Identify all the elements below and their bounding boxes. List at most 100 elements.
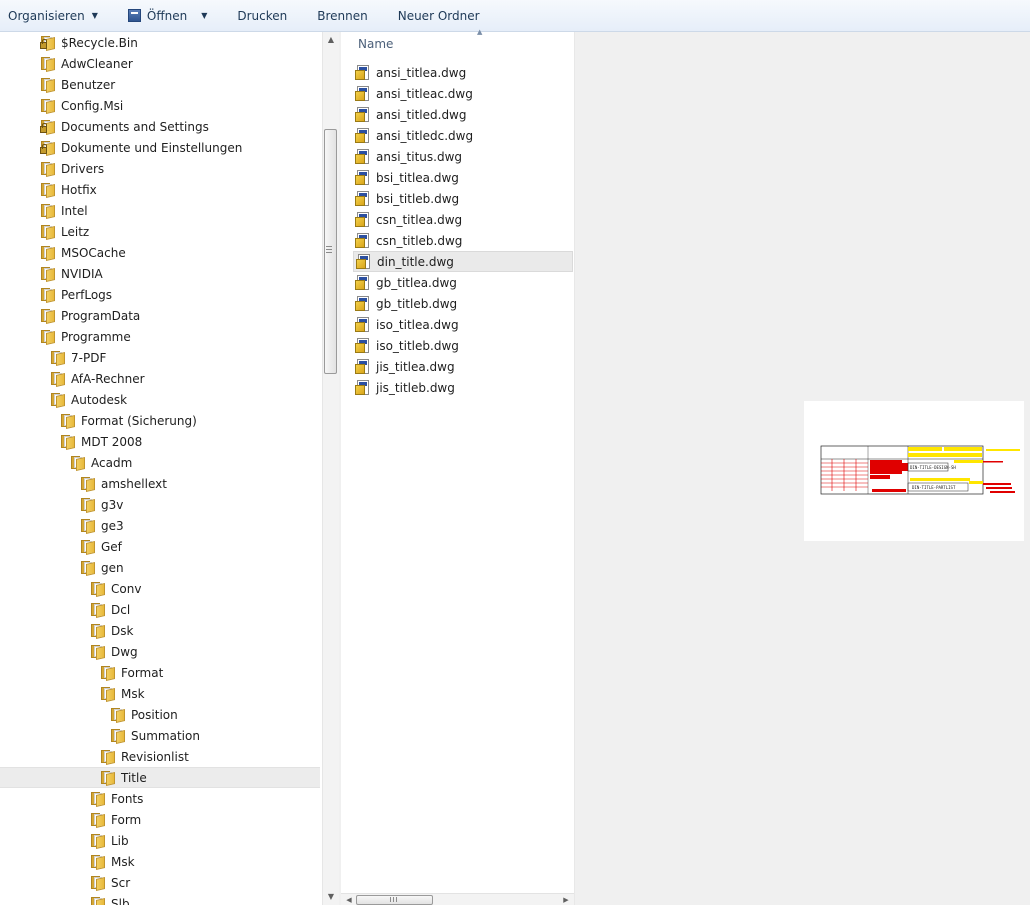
tree-item-label: Benutzer — [61, 77, 116, 92]
tree-item[interactable]: gen — [0, 557, 124, 578]
file-item[interactable]: bsi_titleb.dwg — [355, 188, 573, 209]
tree-item[interactable]: MDT 2008 — [0, 431, 142, 452]
new-folder-button[interactable]: Neuer Ordner — [390, 0, 488, 31]
tree-item[interactable]: Hotfix — [0, 179, 97, 200]
tree-item[interactable]: Drivers — [0, 158, 104, 179]
folder-icon — [40, 329, 56, 345]
folder-icon — [100, 686, 116, 702]
tree-item[interactable]: Summation — [0, 725, 200, 746]
file-item[interactable]: jis_titlea.dwg — [355, 356, 573, 377]
tree-item[interactable]: Dcl — [0, 599, 130, 620]
file-item[interactable]: ansi_titleac.dwg — [355, 83, 573, 104]
folder-icon — [100, 749, 116, 765]
tree-item[interactable]: Gef — [0, 536, 122, 557]
tree-item[interactable]: Leitz — [0, 221, 89, 242]
file-item-label: bsi_titleb.dwg — [376, 191, 460, 206]
tree-item[interactable]: Revisionlist — [0, 746, 189, 767]
file-item[interactable]: ansi_titled.dwg — [355, 104, 573, 125]
file-item[interactable]: iso_titlea.dwg — [355, 314, 573, 335]
tree-item[interactable]: Autodesk — [0, 389, 127, 410]
organize-button[interactable]: Organisieren ▼ — [0, 0, 106, 31]
tree-item[interactable]: $Recycle.Bin — [0, 32, 138, 53]
preview-pane: DIN-TITLE-DESIGN-SH DIN-TITLE-PARTLIST — [575, 32, 1030, 905]
file-item[interactable]: csn_titlea.dwg — [355, 209, 573, 230]
file-item[interactable]: ansi_titlea.dwg — [355, 62, 573, 83]
tree-item[interactable]: Format (Sicherung) — [0, 410, 197, 431]
tree-item[interactable]: Dsk — [0, 620, 133, 641]
tree-item[interactable]: Msk — [0, 683, 145, 704]
tree-item[interactable]: Programme — [0, 326, 131, 347]
scroll-grip-icon — [326, 246, 332, 255]
tree-item[interactable]: Msk — [0, 851, 135, 872]
scroll-up-arrow-icon[interactable]: ▲ — [323, 32, 339, 48]
tree-item[interactable]: Acadm — [0, 452, 132, 473]
scroll-left-arrow-icon[interactable]: ◀ — [343, 894, 355, 906]
tree-item[interactable]: NVIDIA — [0, 263, 103, 284]
tree-item[interactable]: Format — [0, 662, 163, 683]
tree-item[interactable]: Position — [0, 704, 178, 725]
column-header-name[interactable]: Name ▲ — [341, 28, 574, 58]
tree-item[interactable]: Conv — [0, 578, 141, 599]
folder-icon — [80, 539, 96, 555]
file-item[interactable]: iso_titleb.dwg — [355, 335, 573, 356]
file-item[interactable]: gb_titleb.dwg — [355, 293, 573, 314]
file-item-label: ansi_titlea.dwg — [376, 65, 467, 80]
tree-item[interactable]: 7-PDF — [0, 347, 106, 368]
file-item-label: jis_titleb.dwg — [376, 380, 455, 395]
folder-icon — [40, 56, 56, 72]
folder-icon — [90, 581, 106, 597]
tree-item[interactable]: Scr — [0, 872, 130, 893]
burn-button[interactable]: Brennen — [309, 0, 375, 31]
file-item[interactable]: bsi_titlea.dwg — [355, 167, 573, 188]
tree-item-label: $Recycle.Bin — [61, 35, 138, 50]
tree-item[interactable]: ge3 — [0, 515, 124, 536]
tree-item[interactable]: Intel — [0, 200, 88, 221]
file-list-horizontal-scrollbar[interactable]: ◀ ▶ — [341, 893, 574, 905]
folder-icon — [90, 791, 106, 807]
tree-item-label: ProgramData — [61, 308, 141, 323]
tree-item[interactable]: Title — [0, 767, 320, 788]
folder-icon — [60, 434, 76, 450]
tree-item[interactable]: g3v — [0, 494, 123, 515]
print-button[interactable]: Drucken — [229, 0, 295, 31]
scroll-down-arrow-icon[interactable]: ▼ — [323, 889, 339, 905]
file-item[interactable]: ansi_titledc.dwg — [355, 125, 573, 146]
chevron-down-icon: ▼ — [91, 11, 98, 20]
tree-item[interactable]: Form — [0, 809, 141, 830]
tree-item[interactable]: Dokumente und Einstellungen — [0, 137, 242, 158]
tree-item-label: AfA-Rechner — [71, 371, 145, 386]
tree-item[interactable]: Config.Msi — [0, 95, 123, 116]
tree-item[interactable]: Fonts — [0, 788, 143, 809]
file-item-label: csn_titlea.dwg — [376, 212, 463, 227]
tree-item[interactable]: AdwCleaner — [0, 53, 133, 74]
tree-item-label: PerfLogs — [61, 287, 113, 302]
file-item[interactable]: csn_titleb.dwg — [355, 230, 573, 251]
tree-item[interactable]: AfA-Rechner — [0, 368, 145, 389]
file-item[interactable]: ansi_titus.dwg — [355, 146, 573, 167]
open-button[interactable]: Öffnen ▼ — [120, 0, 215, 31]
tree-item[interactable]: amshellext — [0, 473, 167, 494]
file-item[interactable]: jis_titleb.dwg — [355, 377, 573, 398]
tree-item-label: Dokumente und Einstellungen — [61, 140, 243, 155]
tree-item[interactable]: MSOCache — [0, 242, 126, 263]
folder-icon — [80, 560, 96, 576]
file-item[interactable]: din_title.dwg — [353, 251, 573, 272]
tree-item[interactable]: Slb — [0, 893, 130, 905]
tree-item[interactable]: Lib — [0, 830, 129, 851]
tree-item-label: Config.Msi — [61, 98, 124, 113]
tree-item[interactable]: PerfLogs — [0, 284, 112, 305]
file-list: Name ▲ ansi_titlea.dwg ansi_titleac.dwg an… — [341, 28, 575, 905]
nav-vertical-scrollbar[interactable]: ▲ ▼ — [322, 32, 339, 905]
tree-item-label: MSOCache — [61, 245, 126, 260]
tree-item-label: Acadm — [91, 455, 133, 470]
file-item[interactable]: gb_titlea.dwg — [355, 272, 573, 293]
tree-item[interactable]: Documents and Settings — [0, 116, 209, 137]
folder-icon — [50, 371, 66, 387]
scroll-right-arrow-icon[interactable]: ▶ — [560, 894, 572, 906]
tree-item[interactable]: Benutzer — [0, 74, 115, 95]
dwg-file-icon — [355, 106, 371, 123]
tree-item-label: 7-PDF — [71, 350, 107, 365]
tree-item[interactable]: Dwg — [0, 641, 138, 662]
folder-icon — [90, 833, 106, 849]
tree-item[interactable]: ProgramData — [0, 305, 140, 326]
